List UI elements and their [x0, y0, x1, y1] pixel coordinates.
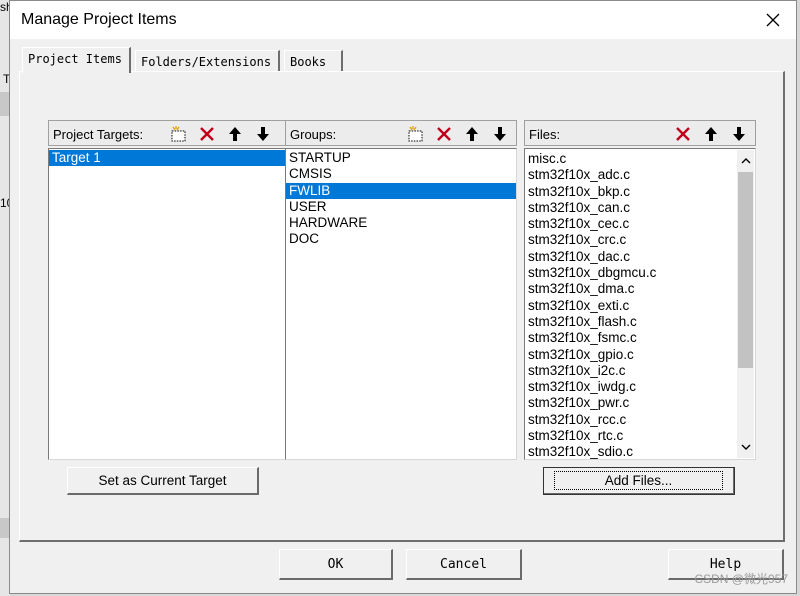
list-item[interactable]: misc.c — [525, 151, 735, 167]
move-target-up-button[interactable] — [223, 123, 246, 144]
ok-button[interactable]: OK — [279, 549, 393, 580]
arrow-up-icon — [465, 126, 478, 141]
arrow-up-icon — [228, 126, 241, 141]
move-file-down-button[interactable] — [727, 123, 750, 144]
scroll-up-button[interactable] — [737, 152, 754, 169]
list-item[interactable]: stm32f10x_crc.c — [525, 232, 735, 248]
new-item-icon — [171, 125, 185, 141]
list-item[interactable]: STARTUP — [286, 150, 516, 166]
list-item[interactable]: CMSIS — [286, 166, 516, 182]
groups-header: Groups: — [285, 120, 517, 146]
arrow-down-icon — [732, 126, 745, 141]
list-item[interactable]: stm32f10x_sdio.c — [525, 444, 735, 459]
list-item[interactable]: stm32f10x_flash.c — [525, 314, 735, 330]
list-item[interactable]: stm32f10x_iwdg.c — [525, 379, 735, 395]
files-list-items: misc.c stm32f10x_adc.c stm32f10x_bkp.c s… — [525, 151, 735, 459]
set-current-target-button[interactable]: Set as Current Target — [67, 467, 259, 495]
delete-icon — [199, 126, 214, 141]
button-label: Cancel — [440, 556, 487, 572]
button-label: OK — [327, 556, 344, 572]
list-item[interactable]: stm32f10x_cec.c — [525, 216, 735, 232]
list-item[interactable]: Target 1 — [49, 150, 287, 167]
scroll-thumb[interactable] — [738, 172, 753, 368]
move-file-up-button[interactable] — [699, 123, 722, 144]
add-files-button[interactable]: Add Files... — [543, 467, 735, 495]
files-list[interactable]: misc.c stm32f10x_adc.c stm32f10x_bkp.c s… — [524, 148, 756, 460]
list-item[interactable]: stm32f10x_bkp.c — [525, 184, 735, 200]
list-item[interactable]: HARDWARE — [286, 215, 516, 231]
list-item[interactable]: stm32f10x_dbgmcu.c — [525, 265, 735, 281]
list-item[interactable]: stm32f10x_fsmc.c — [525, 330, 735, 346]
close-icon — [766, 13, 780, 27]
watermark-text: CSDN @微光957 — [694, 572, 788, 586]
list-item[interactable]: stm32f10x_rcc.c — [525, 412, 735, 428]
targets-list[interactable]: Target 1 — [48, 148, 288, 460]
list-item[interactable]: stm32f10x_pwr.c — [525, 395, 735, 411]
groups-list[interactable]: STARTUP CMSIS FWLIB USER HARDWARE DOC — [285, 148, 517, 460]
move-group-down-button[interactable] — [488, 123, 511, 144]
files-header-label: Files: — [529, 127, 561, 142]
list-item[interactable]: DOC — [286, 231, 516, 247]
tab-folders-extensions[interactable]: Folders/Extensions — [135, 50, 280, 72]
targets-header: Project Targets: — [48, 120, 288, 146]
delete-target-button[interactable] — [195, 123, 218, 144]
list-item[interactable]: stm32f10x_i2c.c — [525, 363, 735, 379]
button-label: Set as Current Target — [98, 473, 227, 488]
tab-label: Folders/Extensions — [141, 55, 272, 69]
dialog-title: Manage Project Items — [21, 11, 177, 28]
arrow-down-icon — [493, 126, 506, 141]
delete-icon — [675, 126, 690, 141]
arrow-up-icon — [704, 126, 717, 141]
title-bar: Manage Project Items — [10, 1, 796, 39]
new-target-button[interactable] — [167, 123, 190, 144]
files-scrollbar[interactable] — [737, 150, 754, 458]
close-button[interactable] — [750, 1, 796, 39]
tab-project-items[interactable]: Project Items — [22, 47, 131, 73]
tab-label: Books — [290, 55, 327, 69]
chevron-up-icon — [741, 158, 750, 164]
list-item[interactable]: stm32f10x_dac.c — [525, 249, 735, 265]
delete-group-button[interactable] — [432, 123, 455, 144]
tab-label: Project Items — [28, 52, 122, 66]
files-header: Files: — [524, 120, 756, 146]
cancel-button[interactable]: Cancel — [406, 549, 522, 580]
arrow-down-icon — [256, 126, 269, 141]
list-item[interactable]: stm32f10x_dma.c — [525, 281, 735, 297]
list-item[interactable]: stm32f10x_adc.c — [525, 167, 735, 183]
button-label: Add Files... — [553, 471, 724, 490]
tab-books[interactable]: Books — [284, 50, 343, 72]
tab-panel: Project Targets: Target 1 Groups: STARTU… — [19, 71, 785, 542]
delete-file-button[interactable] — [671, 123, 694, 144]
new-item-icon — [408, 125, 422, 141]
list-item[interactable]: stm32f10x_rtc.c — [525, 428, 735, 444]
list-item[interactable]: stm32f10x_can.c — [525, 200, 735, 216]
move-target-down-button[interactable] — [251, 123, 274, 144]
list-item[interactable]: USER — [286, 199, 516, 215]
move-group-up-button[interactable] — [460, 123, 483, 144]
list-item[interactable]: stm32f10x_exti.c — [525, 298, 735, 314]
groups-header-label: Groups: — [290, 127, 337, 142]
chevron-down-icon — [741, 444, 750, 450]
targets-header-label: Project Targets: — [53, 127, 144, 142]
list-item[interactable]: FWLIB — [286, 182, 516, 199]
list-item[interactable]: stm32f10x_gpio.c — [525, 347, 735, 363]
manage-project-items-dialog: Manage Project Items Project Items Folde… — [9, 0, 797, 594]
delete-icon — [436, 126, 451, 141]
scroll-down-button[interactable] — [737, 439, 754, 456]
new-group-button[interactable] — [404, 123, 427, 144]
